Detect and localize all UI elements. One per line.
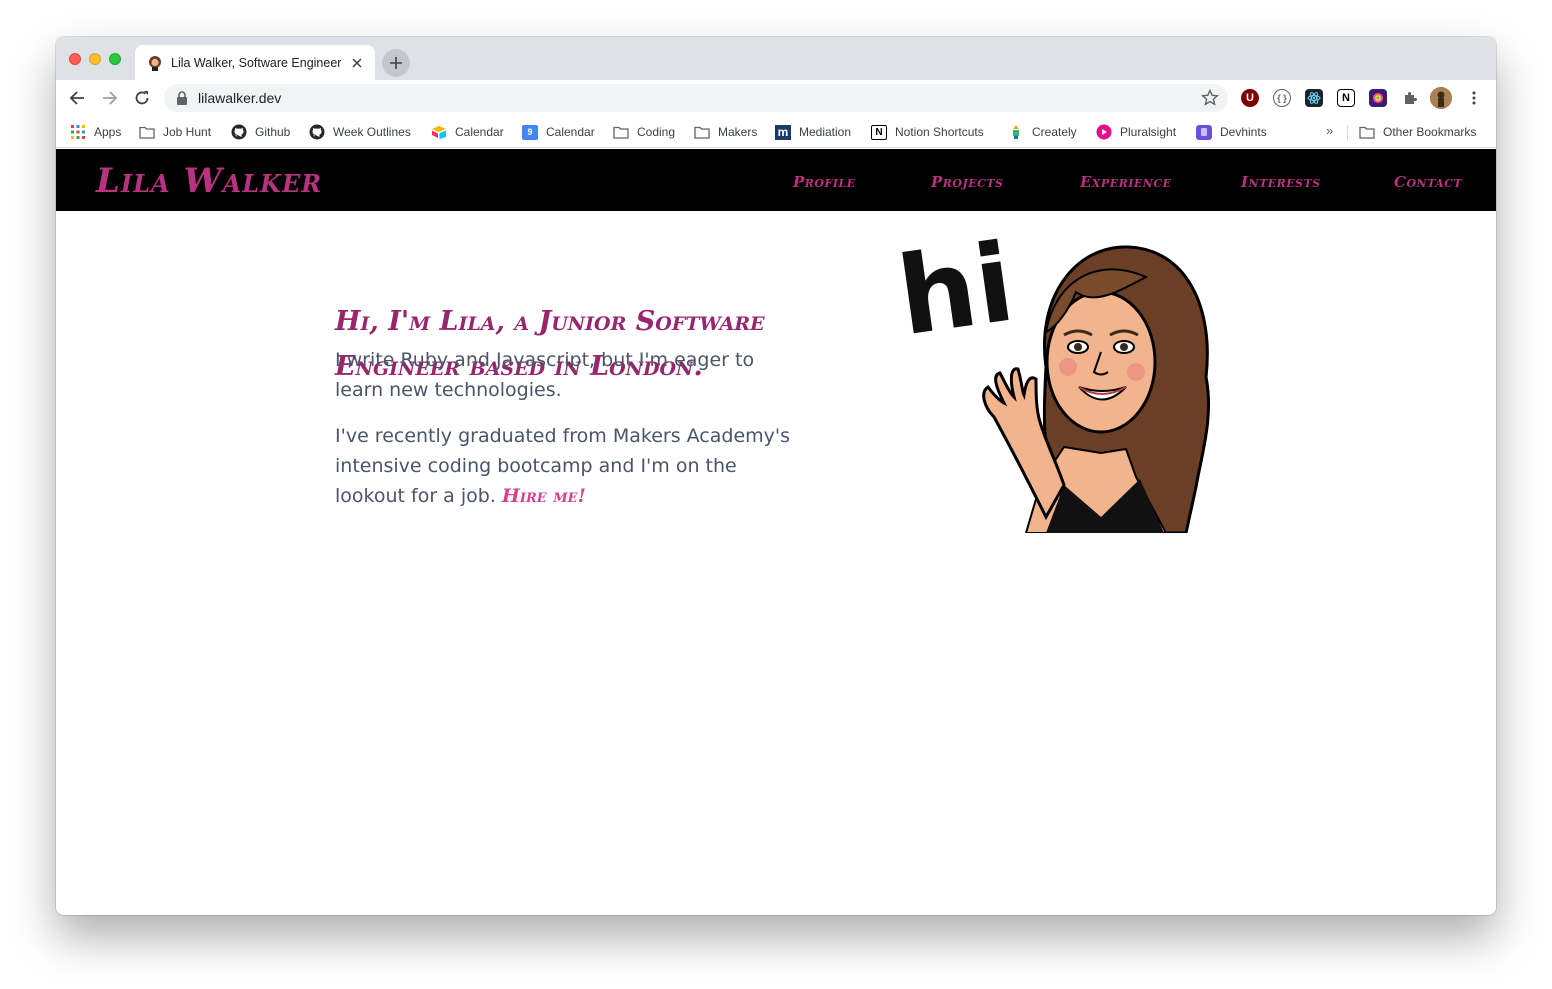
bookmark-label: Creately: [1032, 125, 1077, 139]
hire-me-link[interactable]: Hire me!: [502, 485, 586, 507]
site-navbar: Lila Walker Profile Projects Experience …: [56, 149, 1496, 211]
bookmark-notion-shortcuts[interactable]: N Notion Shortcuts: [871, 122, 984, 142]
bookmark-pluralsight[interactable]: Pluralsight: [1096, 122, 1176, 142]
devhints-icon: [1196, 124, 1212, 140]
github-icon: [309, 124, 325, 140]
bookmark-mediation[interactable]: m Mediation: [775, 122, 851, 142]
calendar-day: 9: [527, 127, 533, 137]
tab-title: Lila Walker, Software Engineer: [171, 55, 342, 70]
minimize-window-button[interactable]: [89, 53, 101, 65]
address-bar[interactable]: lilawalker.dev: [164, 84, 1228, 112]
forward-button[interactable]: [99, 87, 121, 109]
bookmark-label: Mediation: [799, 125, 852, 139]
tab-strip: Lila Walker, Software Engineer: [56, 37, 1496, 80]
plus-icon: [390, 57, 402, 69]
nav-link-projects[interactable]: Projects: [931, 173, 1003, 191]
lock-icon: [177, 91, 187, 105]
github-icon: [231, 124, 247, 140]
google-calendar-icon: 9: [522, 124, 538, 140]
extensions-puzzle-icon[interactable]: [1401, 89, 1419, 107]
nav-link-interests[interactable]: Interests: [1241, 173, 1321, 191]
notion-extension-icon[interactable]: N: [1337, 89, 1355, 107]
bookmark-job-hunt[interactable]: Job Hunt: [139, 122, 211, 142]
tab-active[interactable]: Lila Walker, Software Engineer: [135, 45, 375, 80]
react-devtools-extension-icon[interactable]: [1305, 89, 1323, 107]
bookmark-devhints[interactable]: Devhints: [1196, 122, 1267, 142]
apps-grid-icon: [70, 124, 86, 140]
site-brand-logo[interactable]: Lila Walker: [96, 161, 322, 201]
bookmark-label: Pluralsight: [1120, 125, 1177, 139]
arrow-left-icon: [69, 91, 84, 105]
colorful-extension-icon[interactable]: [1369, 89, 1387, 107]
reload-button[interactable]: [131, 87, 153, 109]
bookmark-week-outlines[interactable]: Week Outlines: [309, 122, 411, 142]
folder-icon: [613, 124, 629, 140]
notion-icon: N: [871, 124, 887, 140]
nav-link-contact[interactable]: Contact: [1394, 173, 1462, 191]
folder-icon: [1359, 124, 1375, 140]
more-vertical-icon: [1472, 91, 1476, 105]
browser-toolbar: lilawalker.dev U { } N: [56, 80, 1496, 116]
bookmark-coding[interactable]: Coding: [613, 122, 675, 142]
airtable-icon: [431, 124, 447, 140]
bookmark-creately[interactable]: Creately: [1008, 122, 1077, 142]
url-text[interactable]: lilawalker.dev: [198, 90, 1201, 106]
bookmark-github[interactable]: Github: [231, 122, 290, 142]
bookmark-apps[interactable]: Apps: [70, 122, 121, 142]
bookmarks-divider: [1347, 125, 1348, 140]
page-viewport: Lila Walker Profile Projects Experience …: [56, 149, 1496, 915]
bookmark-label: Notion Shortcuts: [895, 125, 984, 139]
bookmark-star-icon[interactable]: [1201, 89, 1219, 107]
bootcamp-paragraph: I've recently graduated from Makers Acad…: [335, 421, 795, 511]
bookmarks-overflow-chevron[interactable]: »: [1326, 123, 1333, 138]
bookmark-calendar-airtable[interactable]: Calendar: [431, 122, 504, 142]
bookmark-label: Github: [255, 125, 291, 139]
folder-icon: [139, 124, 155, 140]
bookmark-label: Makers: [718, 125, 758, 139]
bookmark-label: Apps: [94, 125, 122, 139]
bookmark-label: Other Bookmarks: [1383, 125, 1477, 139]
new-tab-button[interactable]: [382, 49, 410, 77]
tab-close-icon[interactable]: [349, 55, 365, 71]
browser-menu-button[interactable]: [1463, 87, 1485, 109]
bookmark-label: Coding: [637, 125, 676, 139]
intro-paragraph: I write Ruby and Javascript, but I'm eag…: [335, 349, 755, 401]
bookmark-label: Calendar: [546, 125, 595, 139]
bookmark-label: Week Outlines: [333, 125, 411, 139]
bookmark-label: Devhints: [1220, 125, 1267, 139]
arrow-right-icon: [103, 91, 118, 105]
nav-link-profile[interactable]: Profile: [793, 173, 856, 191]
pluralsight-icon: [1096, 124, 1112, 140]
ublock-extension-icon[interactable]: U: [1241, 89, 1259, 107]
avatar-favicon-icon: [149, 55, 161, 71]
bookmark-makers[interactable]: Makers: [694, 122, 757, 142]
close-window-button[interactable]: [69, 53, 81, 65]
back-button[interactable]: [66, 87, 88, 109]
avatar-hi-text: hi: [896, 221, 1021, 361]
bookmarks-bar: Apps Job Hunt Github Week Outlines Calen…: [56, 116, 1496, 148]
browser-window: Lila Walker, Software Engineer lilawalke…: [56, 37, 1496, 915]
bookmark-label: Calendar: [455, 125, 504, 139]
bookmark-other-bookmarks[interactable]: Other Bookmarks: [1359, 122, 1476, 142]
folder-icon: [694, 124, 710, 140]
json-viewer-extension-icon[interactable]: { }: [1273, 89, 1291, 107]
reload-icon: [135, 91, 149, 105]
bookmark-label: Job Hunt: [163, 125, 212, 139]
maximize-window-button[interactable]: [109, 53, 121, 65]
bitmoji-avatar-image: hi: [896, 219, 1210, 533]
profile-avatar[interactable]: [1430, 87, 1452, 109]
medium-icon: m: [775, 124, 791, 140]
creately-icon: [1008, 124, 1024, 140]
bookmark-calendar-google[interactable]: 9 Calendar: [522, 122, 595, 142]
nav-link-experience[interactable]: Experience: [1080, 173, 1172, 191]
